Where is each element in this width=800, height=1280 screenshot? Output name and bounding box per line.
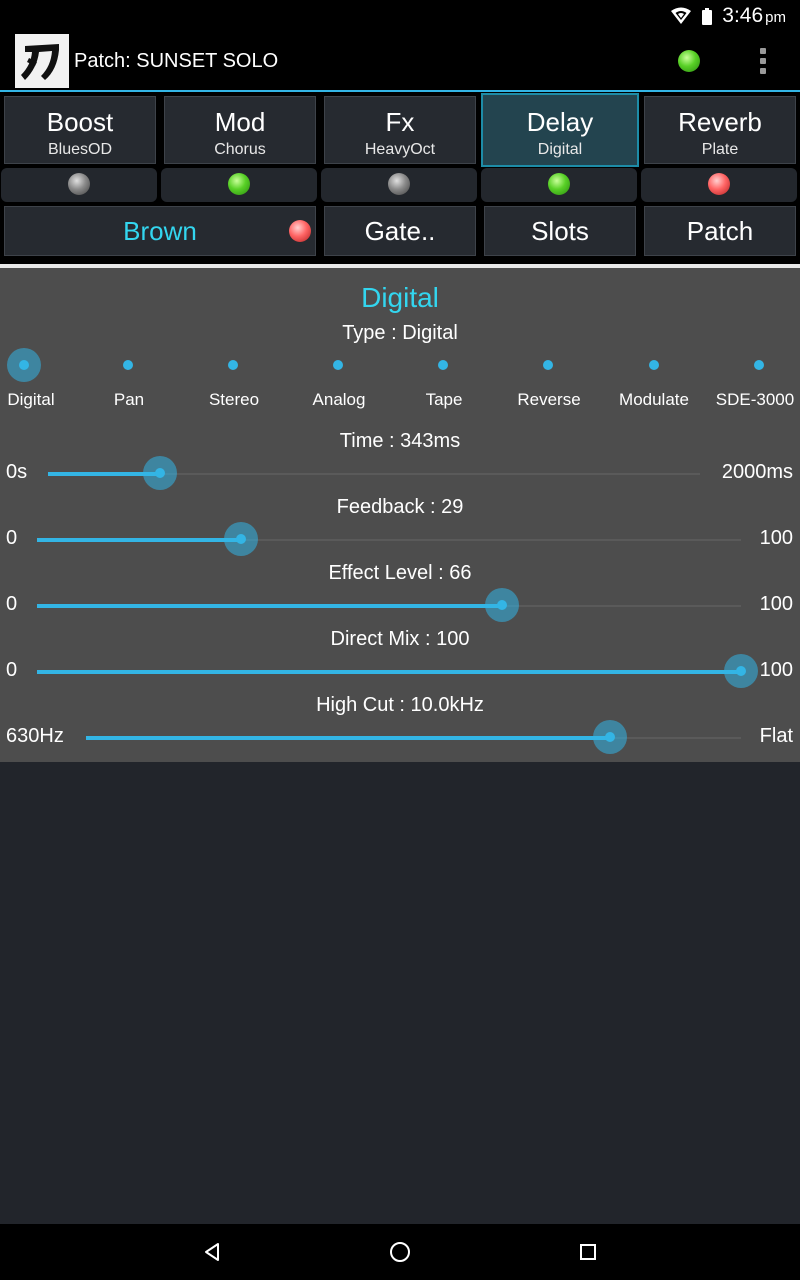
gate-button[interactable]: Gate..: [324, 206, 476, 256]
connection-led: [678, 50, 700, 72]
effect-controls: Boost BluesOD Mod Chorus Fx HeavyOct Del…: [0, 92, 800, 264]
type-option-label: Analog: [312, 390, 366, 409]
time-label: Time : 343ms: [339, 430, 461, 452]
battery-icon: [702, 7, 713, 25]
delay-led: [548, 173, 570, 195]
boost-led: [68, 173, 90, 195]
type-option-label: Pan: [113, 390, 145, 409]
overflow-menu-icon[interactable]: [754, 46, 772, 76]
time-max-label: 2000ms: [721, 461, 793, 483]
led-toggle-boost[interactable]: [1, 168, 157, 202]
type-option-label: Reverse: [517, 390, 581, 409]
direct-mix-slider[interactable]: [37, 654, 758, 688]
action-bar: Patch: SUNSET SOLO: [0, 32, 800, 90]
feedback-max-label: 100: [759, 527, 793, 549]
type-option-label: Modulate: [619, 390, 689, 409]
type-option-stereo[interactable]: [228, 360, 238, 370]
fx-led: [388, 173, 410, 195]
type-option-sde-3000[interactable]: [754, 360, 764, 370]
time-slider[interactable]: [48, 456, 700, 490]
direct-mix-min-label: 0: [6, 659, 18, 681]
feedback-min-label: 0: [6, 527, 18, 549]
type-option-label: Tape: [425, 390, 463, 409]
time-min-label: 0s: [6, 461, 28, 483]
effect-level-max-label: 100: [759, 593, 793, 615]
recents-icon[interactable]: [576, 1240, 600, 1264]
led-toggle-fx[interactable]: [321, 168, 477, 202]
type-option-analog[interactable]: [333, 360, 343, 370]
tab-mod[interactable]: Mod Chorus: [164, 96, 316, 164]
direct-mix-label: Direct Mix : 100: [330, 628, 470, 650]
patch-title: Patch: SUNSET SOLO: [74, 50, 279, 72]
navigation-bar: [0, 1224, 800, 1280]
high-cut-slider[interactable]: [86, 720, 741, 754]
type-option-label: SDE-3000: [715, 390, 795, 409]
patch-button[interactable]: Patch: [644, 206, 796, 256]
direct-mix-slider-thumb[interactable]: [724, 654, 758, 688]
direct-mix-max-label: 100: [759, 659, 793, 681]
high-cut-min-label: 630Hz: [6, 725, 64, 747]
type-option-pan[interactable]: [123, 360, 133, 370]
katana-logo-icon[interactable]: [15, 34, 69, 88]
led-toggle-delay[interactable]: [481, 168, 637, 202]
high-cut-max-label: Flat: [759, 725, 793, 747]
direct-mix-slider-fill: [37, 670, 741, 674]
type-option-reverse[interactable]: [543, 360, 553, 370]
high-cut-slider-fill: [86, 736, 610, 740]
tab-reverb[interactable]: Reverb Plate: [644, 96, 796, 164]
feedback-slider-fill: [37, 538, 242, 542]
time-slider-thumb[interactable]: [142, 456, 177, 490]
amp-button[interactable]: Brown: [4, 206, 316, 256]
effect-level-slider-thumb[interactable]: [484, 588, 519, 622]
effect-level-min-label: 0: [6, 593, 18, 615]
wifi-icon: [671, 7, 692, 24]
reverb-led: [708, 173, 730, 195]
tab-delay[interactable]: Delay Digital: [481, 93, 639, 167]
status-bar: 3:46 pm: [0, 0, 800, 32]
type-label: Type : Digital: [342, 322, 458, 344]
type-option-label: Digital: [7, 390, 55, 409]
home-icon[interactable]: [388, 1240, 412, 1264]
effect-level-label: Effect Level : 66: [328, 562, 472, 584]
slots-button[interactable]: Slots: [484, 206, 636, 256]
led-toggle-reverb[interactable]: [641, 168, 797, 202]
delay-panel: Digital Type : Digital Digital Pan Stereo A…: [0, 268, 800, 762]
type-option-tape[interactable]: [438, 360, 448, 370]
type-option-digital[interactable]: [7, 348, 41, 382]
feedback-label: Feedback : 29: [336, 496, 464, 518]
type-option-label: Stereo: [208, 390, 260, 409]
app-screen: 3:46 pm Patch: SUNSET SOLO Boost BluesOD …: [0, 0, 800, 1280]
led-toggle-mod[interactable]: [161, 168, 317, 202]
tab-fx[interactable]: Fx HeavyOct: [324, 96, 476, 164]
feedback-slider-thumb[interactable]: [224, 522, 259, 556]
clock: 3:46 pm: [722, 4, 786, 27]
type-option-modulate[interactable]: [649, 360, 659, 370]
amp-led: [289, 220, 311, 242]
feedback-slider[interactable]: [37, 522, 741, 556]
high-cut-slider-thumb[interactable]: [593, 720, 627, 754]
mod-led: [228, 173, 250, 195]
high-cut-label: High Cut : 10.0kHz: [316, 694, 484, 716]
tab-boost[interactable]: Boost BluesOD: [4, 96, 156, 164]
effect-level-slider[interactable]: [37, 588, 741, 622]
back-icon[interactable]: [200, 1240, 224, 1264]
panel-title: Digital: [361, 282, 439, 313]
effect-level-slider-fill: [37, 604, 502, 608]
